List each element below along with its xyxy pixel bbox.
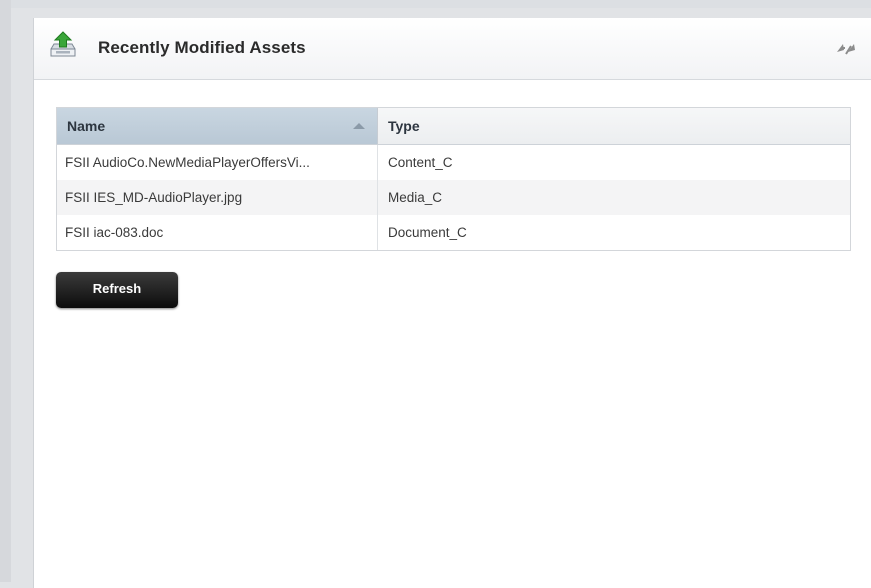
panel-title: Recently Modified Assets — [98, 38, 306, 57]
sort-ascending-icon — [353, 123, 365, 129]
refresh-button[interactable]: Refresh — [56, 272, 178, 308]
assets-table: Name Type FSII AudioCo.NewMediaPlayerOff… — [56, 107, 851, 251]
panel-header: Recently Modified Assets — [34, 18, 871, 80]
table-row[interactable]: FSII IES_MD-AudioPlayer.jpg Media_C — [57, 180, 850, 215]
top-border — [0, 0, 871, 8]
column-header-label: Type — [388, 118, 420, 134]
cell-name: FSII IES_MD-AudioPlayer.jpg — [57, 180, 378, 215]
cell-type: Media_C — [388, 190, 443, 205]
cell-name: FSII AudioCo.NewMediaPlayerOffersVi... — [57, 145, 378, 180]
left-border — [0, 0, 11, 582]
cell-name: FSII iac-083.doc — [57, 215, 378, 250]
table-row[interactable]: FSII iac-083.doc Document_C — [57, 215, 850, 250]
table-header: Name Type — [57, 108, 850, 145]
upload-tray-icon — [48, 30, 78, 60]
cell-type: Document_C — [388, 225, 467, 240]
column-header-type[interactable]: Type — [378, 108, 850, 144]
column-header-name[interactable]: Name — [57, 108, 378, 144]
recently-modified-assets-panel: Recently Modified Assets Name Type FSII … — [33, 18, 871, 588]
table-row[interactable]: FSII AudioCo.NewMediaPlayerOffersVi... C… — [57, 145, 850, 180]
collapse-arrows-icon[interactable] — [835, 40, 861, 56]
cell-type: Content_C — [388, 155, 453, 170]
column-header-label: Name — [67, 118, 106, 134]
